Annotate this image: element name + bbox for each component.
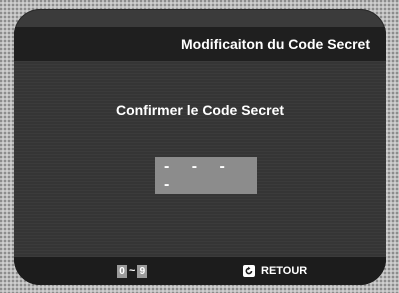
code-placeholder: - - - - bbox=[164, 157, 234, 193]
return-arrow-icon bbox=[243, 265, 255, 277]
main-panel: Confirmer le Code Secret - - - - bbox=[14, 61, 386, 257]
confirm-prompt: Confirmer le Code Secret bbox=[115, 102, 285, 118]
header-bar: Modificaiton du Code Secret bbox=[14, 27, 386, 61]
page-title: Modificaiton du Code Secret bbox=[180, 36, 370, 52]
return-label: RETOUR bbox=[261, 265, 308, 277]
tv-frame: Modificaiton du Code Secret Confirmer le… bbox=[0, 0, 399, 293]
code-entry-field[interactable]: - - - - bbox=[155, 157, 257, 194]
return-button[interactable]: RETOUR bbox=[243, 263, 307, 279]
range-separator: ~ bbox=[129, 265, 136, 277]
number-keys-hint: 0 ~ 9 bbox=[117, 264, 148, 278]
footer-bar: 0 ~ 9 RETOUR bbox=[14, 257, 386, 285]
key-9-icon: 9 bbox=[137, 264, 148, 278]
osd-screen: Modificaiton du Code Secret Confirmer le… bbox=[14, 9, 386, 285]
key-0-icon: 0 bbox=[117, 264, 127, 278]
